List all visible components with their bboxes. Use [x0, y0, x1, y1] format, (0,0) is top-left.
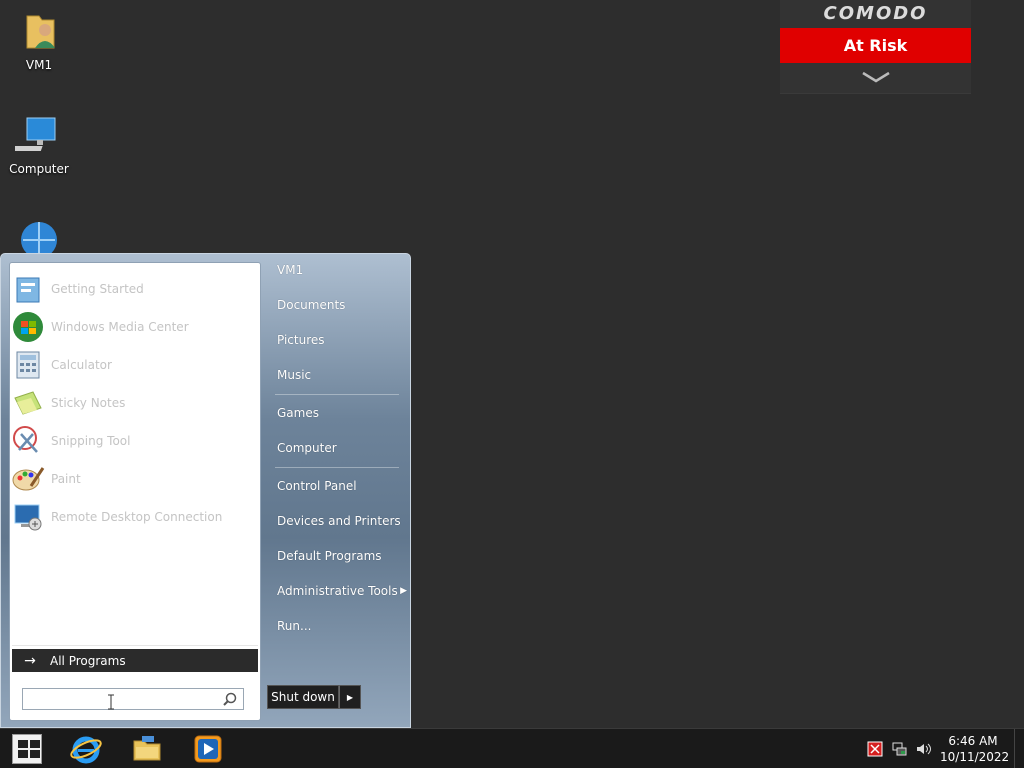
- show-desktop-button[interactable]: [1014, 729, 1024, 768]
- program-item-calculator[interactable]: Calculator: [10, 346, 260, 384]
- taskbar: 6:46 AM 10/11/2022: [0, 728, 1024, 768]
- divider: [12, 645, 258, 646]
- right-item-administrative-tools[interactable]: Administrative Tools ▶: [273, 577, 407, 605]
- right-item-default-programs[interactable]: Default Programs: [273, 542, 401, 570]
- program-label: Paint: [51, 472, 81, 486]
- right-item-control-panel[interactable]: Control Panel: [273, 472, 401, 500]
- volume-icon[interactable]: [915, 741, 931, 757]
- start-tile: [30, 750, 40, 758]
- program-label: Snipping Tool: [51, 434, 131, 448]
- start-search-box[interactable]: [22, 688, 244, 710]
- start-tile: [18, 740, 28, 748]
- taskbar-clock[interactable]: 6:46 AM 10/11/2022: [940, 733, 1010, 765]
- search-input[interactable]: [23, 689, 213, 709]
- comodo-status-badge[interactable]: At Risk: [780, 28, 971, 63]
- desktop-icon-label: Computer: [9, 162, 69, 176]
- desktop-icon-vm1[interactable]: VM1: [1, 8, 77, 72]
- start-button[interactable]: [12, 734, 42, 764]
- program-item-getting-started[interactable]: Getting Started: [10, 270, 260, 308]
- file-explorer-icon[interactable]: [130, 732, 164, 766]
- paint-icon: [11, 462, 45, 496]
- start-menu: Getting Started Windows Media Center Cal…: [0, 253, 411, 728]
- desktop-icon-computer[interactable]: Computer: [1, 112, 77, 176]
- right-item-pictures[interactable]: Pictures: [273, 326, 401, 354]
- right-item-label: Administrative Tools: [277, 584, 398, 598]
- right-item-vm1[interactable]: VM1: [273, 256, 401, 284]
- program-label: Sticky Notes: [51, 396, 126, 410]
- comodo-logo: COMODO: [823, 3, 928, 24]
- internet-explorer-icon[interactable]: [69, 732, 103, 766]
- program-label: Remote Desktop Connection: [51, 510, 223, 524]
- network-tray-icon[interactable]: [891, 741, 907, 757]
- calculator-icon: [11, 348, 45, 382]
- right-item-run[interactable]: Run...: [273, 612, 401, 640]
- right-item-computer[interactable]: Computer: [273, 434, 401, 462]
- program-item-media-center[interactable]: Windows Media Center: [10, 308, 260, 346]
- user-folder-icon: [15, 8, 63, 56]
- program-item-snipping-tool[interactable]: Snipping Tool: [10, 422, 260, 460]
- all-programs-button[interactable]: → All Programs: [12, 649, 258, 672]
- programs-pane: Getting Started Windows Media Center Cal…: [9, 262, 261, 721]
- clock-date: 10/11/2022: [940, 750, 1010, 764]
- all-programs-label: All Programs: [50, 653, 126, 668]
- start-menu-right-pane: VM1 Documents Pictures Music Games Compu…: [267, 254, 407, 729]
- submenu-arrow-icon: ▶: [400, 586, 407, 596]
- right-item-games[interactable]: Games: [273, 399, 401, 427]
- program-label: Calculator: [51, 358, 112, 372]
- clock-time: 6:46 AM: [948, 734, 998, 748]
- program-item-paint[interactable]: Paint: [10, 460, 260, 498]
- program-label: Getting Started: [51, 282, 144, 296]
- program-item-remote-desktop[interactable]: Remote Desktop Connection: [10, 498, 260, 536]
- program-item-sticky-notes[interactable]: Sticky Notes: [10, 384, 260, 422]
- right-item-devices-and-printers[interactable]: Devices and Printers: [273, 507, 401, 535]
- divider: [275, 394, 399, 395]
- computer-icon: [10, 112, 63, 160]
- comodo-tray-icon[interactable]: [867, 741, 883, 757]
- start-tile: [18, 750, 28, 758]
- right-item-documents[interactable]: Documents: [273, 291, 401, 319]
- desktop-icon-label: VM1: [25, 58, 53, 72]
- divider: [275, 467, 399, 468]
- chevron-down-icon[interactable]: [780, 63, 971, 91]
- snipping-tool-icon: [11, 424, 45, 458]
- shutdown-group: Shut down ▶: [267, 685, 361, 709]
- getting-started-icon: [11, 272, 45, 306]
- right-item-music[interactable]: Music: [273, 361, 401, 389]
- media-center-icon: [11, 310, 45, 344]
- start-tile: [30, 740, 40, 748]
- shutdown-button[interactable]: Shut down: [267, 685, 339, 709]
- comodo-widget[interactable]: COMODO At Risk: [780, 0, 971, 94]
- arrow-right-icon: →: [24, 652, 36, 669]
- text-cursor-icon: [107, 694, 115, 710]
- shutdown-options-arrow-icon[interactable]: ▶: [339, 685, 361, 709]
- sticky-notes-icon: [11, 386, 45, 420]
- search-icon[interactable]: [223, 692, 237, 706]
- remote-desktop-icon: [11, 500, 45, 534]
- program-label: Windows Media Center: [51, 320, 189, 334]
- media-player-icon[interactable]: [191, 732, 225, 766]
